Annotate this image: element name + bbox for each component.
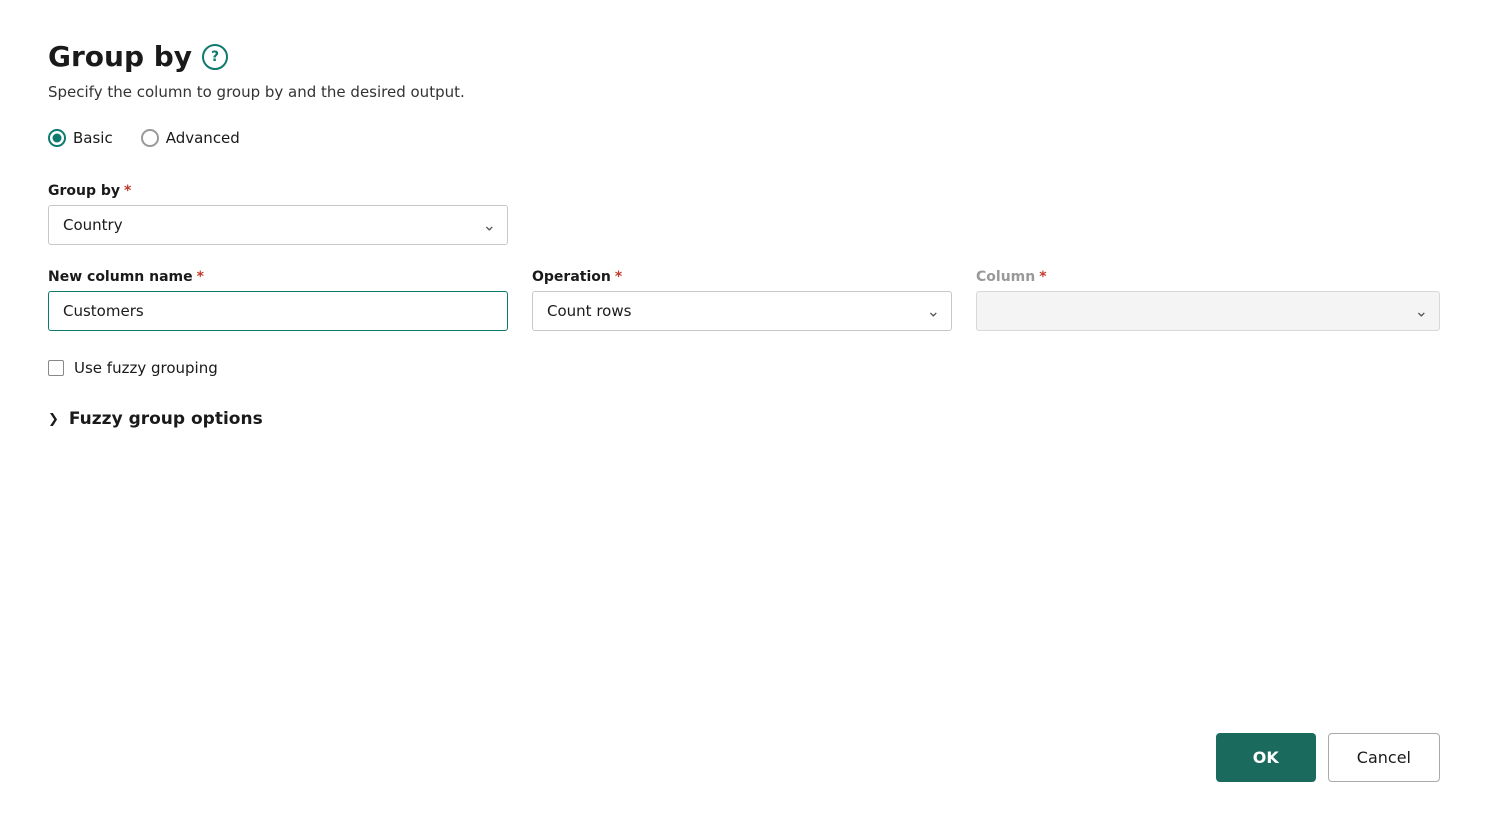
fuzzy-grouping-label[interactable]: Use fuzzy grouping — [74, 359, 218, 377]
radio-advanced-label: Advanced — [166, 129, 240, 147]
form-section: Group by * Country City Region ⌄ New col… — [48, 183, 1440, 429]
button-row: OK Cancel — [48, 673, 1440, 782]
group-by-label: Group by * — [48, 183, 1440, 199]
group-by-select[interactable]: Country City Region — [48, 205, 508, 245]
new-column-name-input[interactable] — [48, 291, 508, 331]
column-select-wrapper: ⌄ — [976, 291, 1440, 331]
operation-required-star: * — [615, 269, 622, 285]
mode-radio-group: Basic Advanced — [48, 129, 1440, 147]
new-column-name-field-group: New column name * — [48, 269, 508, 331]
dialog-subtitle: Specify the column to group by and the d… — [48, 83, 1440, 101]
group-by-dialog: Group by ? Specify the column to group b… — [0, 0, 1488, 822]
radio-basic[interactable]: Basic — [48, 129, 113, 147]
fuzzy-options-row[interactable]: ❯ Fuzzy group options — [48, 409, 1440, 429]
new-column-name-required-star: * — [197, 269, 204, 285]
operation-label: Operation * — [532, 269, 952, 285]
column-required-star: * — [1039, 269, 1046, 285]
operation-field-group: Operation * Count rows Sum Average Min M… — [532, 269, 952, 331]
fuzzy-options-chevron-right-icon[interactable]: ❯ — [48, 412, 59, 427]
ok-button[interactable]: OK — [1216, 733, 1316, 782]
column-select[interactable] — [976, 291, 1440, 331]
column-field-group: Column * ⌄ — [976, 269, 1440, 331]
fuzzy-grouping-row: Use fuzzy grouping — [48, 359, 1440, 377]
column-label: Column * — [976, 269, 1440, 285]
columns-row: New column name * Operation * Count rows… — [48, 269, 1440, 331]
group-by-field-group: Group by * Country City Region ⌄ — [48, 183, 1440, 245]
radio-basic-input[interactable] — [48, 129, 66, 147]
help-icon[interactable]: ? — [202, 44, 228, 70]
new-column-name-label: New column name * — [48, 269, 508, 285]
operation-select-wrapper: Count rows Sum Average Min Max ⌄ — [532, 291, 952, 331]
fuzzy-grouping-checkbox[interactable] — [48, 360, 64, 376]
fuzzy-options-label[interactable]: Fuzzy group options — [69, 409, 263, 429]
cancel-button[interactable]: Cancel — [1328, 733, 1440, 782]
radio-advanced-input[interactable] — [141, 129, 159, 147]
group-by-required-star: * — [124, 183, 131, 199]
group-by-select-wrapper: Country City Region ⌄ — [48, 205, 508, 245]
radio-advanced[interactable]: Advanced — [141, 129, 240, 147]
title-row: Group by ? — [48, 40, 1440, 73]
dialog-title: Group by — [48, 40, 192, 73]
radio-basic-label: Basic — [73, 129, 113, 147]
operation-select[interactable]: Count rows Sum Average Min Max — [532, 291, 952, 331]
